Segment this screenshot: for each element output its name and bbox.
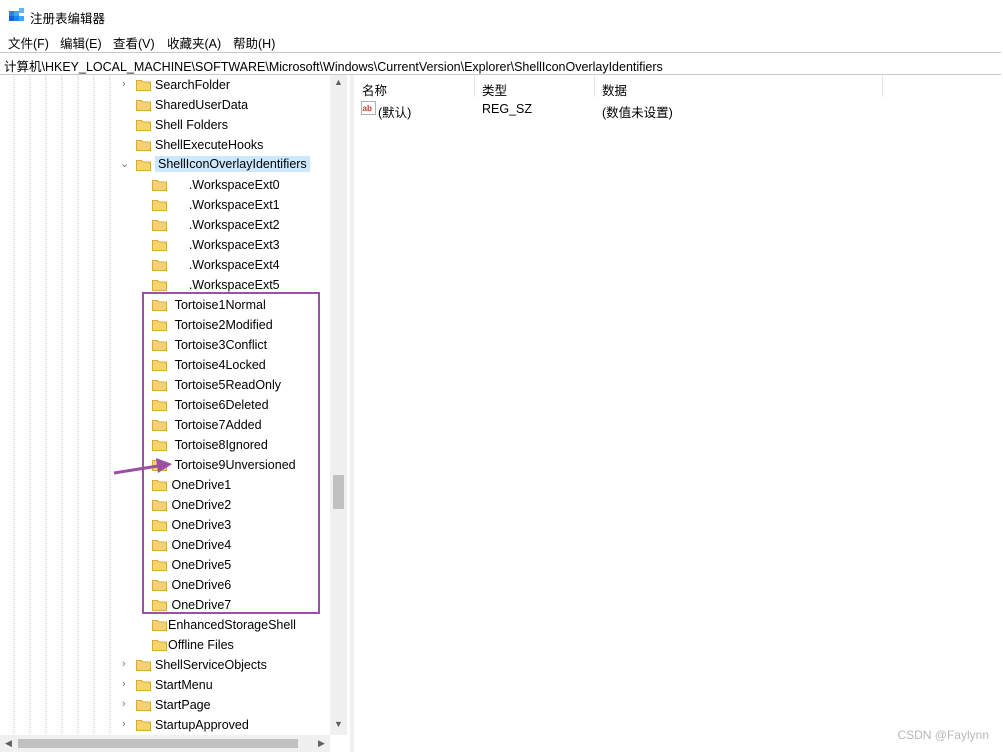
tree-item-label: .WorkspaceExt4 bbox=[168, 258, 280, 272]
annotation-highlight-box bbox=[142, 292, 320, 614]
menu-bar: 文件(F) 编辑(E) 查看(V) 收藏夹(A) 帮助(H) bbox=[0, 30, 1003, 52]
folder-icon bbox=[152, 180, 167, 191]
svg-text:ab: ab bbox=[363, 104, 372, 113]
tree-item-label: StartupApproved bbox=[155, 718, 249, 732]
watermark: CSDN @Faylynn bbox=[897, 728, 989, 742]
tree-item[interactable]: › StartupApproved bbox=[0, 715, 330, 735]
tree-item[interactable]: ⌄ ShellIconOverlayIdentifiers bbox=[0, 155, 330, 175]
tree-item[interactable]: › StartPage bbox=[0, 695, 330, 715]
folder-icon bbox=[152, 200, 167, 211]
tree-item-label: ShellServiceObjects bbox=[155, 658, 267, 672]
tree-item-label: .WorkspaceExt3 bbox=[168, 238, 280, 252]
title-bar: 注册表编辑器 bbox=[0, 0, 1003, 30]
tree-item[interactable]: EnhancedStorageShell bbox=[0, 615, 330, 635]
folder-icon bbox=[152, 280, 167, 291]
tree-vertical-scrollbar[interactable]: ▲ ▼ bbox=[330, 75, 347, 735]
scroll-left-icon[interactable]: ◀ bbox=[3, 738, 14, 749]
tree-item[interactable]: .WorkspaceExt3 bbox=[0, 235, 330, 255]
address-bar[interactable]: 计算机\HKEY_LOCAL_MACHINE\SOFTWARE\Microsof… bbox=[0, 52, 1001, 75]
menu-file[interactable]: 文件(F) bbox=[8, 33, 49, 52]
expand-chevron-icon[interactable]: › bbox=[122, 679, 131, 690]
tree-item-label: .WorkspaceExt0 bbox=[168, 178, 280, 192]
tree-item-label: Shell Folders bbox=[155, 118, 228, 132]
folder-icon bbox=[136, 140, 151, 151]
folder-icon bbox=[136, 120, 151, 131]
scroll-thumb[interactable] bbox=[333, 475, 344, 509]
tree-item[interactable]: .WorkspaceExt1 bbox=[0, 195, 330, 215]
annotation-arrow-icon bbox=[113, 458, 172, 475]
scroll-up-icon[interactable]: ▲ bbox=[333, 77, 344, 88]
tree-item[interactable]: › StartMenu bbox=[0, 675, 330, 695]
scroll-right-icon[interactable]: ▶ bbox=[316, 738, 327, 749]
value-type: REG_SZ bbox=[482, 102, 533, 116]
collapse-chevron-icon[interactable]: ⌄ bbox=[120, 159, 129, 170]
folder-icon bbox=[136, 160, 151, 171]
tree-item[interactable]: SharedUserData bbox=[0, 95, 330, 115]
folder-icon bbox=[136, 680, 151, 691]
values-list-pane[interactable]: 名称 类型 数据 ab (默认) REG_SZ (数值未设置) bbox=[354, 75, 1003, 752]
folder-icon bbox=[152, 240, 167, 251]
tree-item-label: StartMenu bbox=[155, 678, 213, 692]
tree-item-label: SharedUserData bbox=[155, 98, 249, 112]
key-tree-pane[interactable]: › SearchFolder SharedUserData Shell Folders… bbox=[0, 75, 350, 752]
expand-chevron-icon[interactable]: › bbox=[122, 699, 131, 710]
tree-item-label: .WorkspaceExt2 bbox=[168, 218, 280, 232]
tree-item[interactable]: .WorkspaceExt4 bbox=[0, 255, 330, 275]
column-type-label: 类型 bbox=[482, 84, 508, 98]
menu-favorites[interactable]: 收藏夹(A) bbox=[167, 33, 221, 52]
expand-chevron-icon[interactable]: › bbox=[122, 79, 131, 90]
tree-item-label: .WorkspaceExt5 bbox=[168, 278, 280, 292]
tree-item[interactable]: .WorkspaceExt0 bbox=[0, 175, 330, 195]
tree-item-label: EnhancedStorageShell bbox=[168, 618, 296, 632]
tree-item-label: SearchFolder bbox=[155, 78, 231, 92]
tree-item-label: .WorkspaceExt1 bbox=[168, 198, 280, 212]
menu-view[interactable]: 查看(V) bbox=[113, 33, 155, 52]
value-row[interactable]: ab (默认) REG_SZ (数值未设置) bbox=[354, 98, 1003, 120]
column-name-label: 名称 bbox=[362, 84, 388, 98]
value-data: (数值未设置) bbox=[602, 106, 673, 120]
folder-icon bbox=[136, 80, 151, 91]
folder-icon bbox=[152, 220, 167, 231]
tree-item[interactable]: › ShellServiceObjects bbox=[0, 655, 330, 675]
registry-editor-icon bbox=[9, 8, 24, 21]
expand-chevron-icon[interactable]: › bbox=[122, 719, 131, 730]
folder-icon bbox=[152, 640, 167, 651]
tree-item-label: ShellIconOverlayIdentifiers bbox=[155, 156, 310, 172]
tree-item[interactable]: .WorkspaceExt2 bbox=[0, 215, 330, 235]
tree-item[interactable]: › SearchFolder bbox=[0, 75, 330, 95]
scroll-down-icon[interactable]: ▼ bbox=[333, 719, 344, 730]
folder-icon bbox=[136, 100, 151, 111]
value-name: (默认) bbox=[378, 106, 412, 120]
tree-item-label: Offline Files bbox=[168, 638, 234, 652]
tree-item[interactable]: Shell Folders bbox=[0, 115, 330, 135]
folder-icon bbox=[136, 720, 151, 731]
folder-icon bbox=[136, 700, 151, 711]
folder-icon bbox=[136, 660, 151, 671]
folder-icon bbox=[152, 620, 167, 631]
tree-horizontal-scrollbar[interactable]: ◀ ▶ bbox=[0, 735, 330, 752]
menu-help[interactable]: 帮助(H) bbox=[233, 33, 275, 52]
column-header-name[interactable]: 名称 bbox=[354, 75, 474, 98]
address-path[interactable]: 计算机\HKEY_LOCAL_MACHINE\SOFTWARE\Microsof… bbox=[4, 56, 663, 75]
column-header-data[interactable]: 数据 bbox=[594, 75, 882, 98]
tree-item-label: StartPage bbox=[155, 698, 211, 712]
window-title: 注册表编辑器 bbox=[30, 12, 106, 26]
column-separator[interactable] bbox=[882, 75, 883, 97]
hscroll-thumb[interactable] bbox=[18, 739, 298, 748]
tree-item-label: ShellExecuteHooks bbox=[155, 138, 264, 152]
menu-edit[interactable]: 编辑(E) bbox=[60, 33, 102, 52]
expand-chevron-icon[interactable]: › bbox=[122, 659, 131, 670]
string-value-icon: ab bbox=[361, 101, 376, 115]
column-data-label: 数据 bbox=[602, 84, 628, 98]
tree-item[interactable]: Offline Files bbox=[0, 635, 330, 655]
folder-icon bbox=[152, 260, 167, 271]
column-header-type[interactable]: 类型 bbox=[474, 75, 594, 98]
tree-item[interactable]: ShellExecuteHooks bbox=[0, 135, 330, 155]
